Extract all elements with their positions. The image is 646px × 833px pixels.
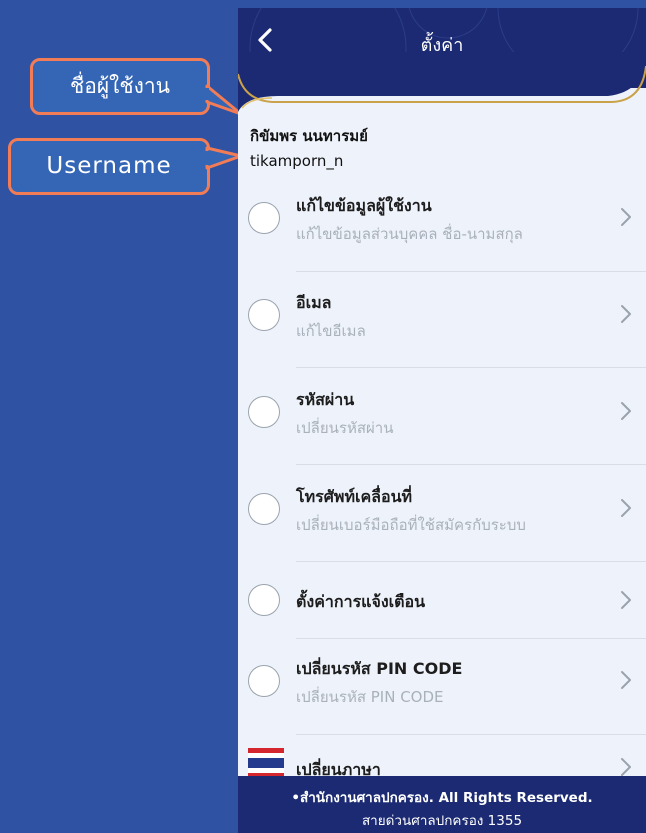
- user-full-name: กิขัมพร นนทารมย์: [250, 127, 368, 145]
- chevron-right-icon: [621, 208, 631, 226]
- chevron-right-icon: [621, 591, 631, 609]
- menu-item-title: รหัสผ่าน: [296, 390, 355, 409]
- divider: [296, 638, 646, 639]
- menu-item-subtitle: เปลี่ยนเบอร์มือถือที่ใช้สมัครกับระบบ: [296, 516, 526, 534]
- menu-item-subtitle: เปลี่ยนรหัส PIN CODE: [296, 688, 444, 706]
- menu-item-subtitle: แก้ไขอีเมล: [296, 322, 366, 340]
- radio-icon: [248, 202, 280, 234]
- divider: [296, 271, 646, 272]
- name-callout-label: ชื่อผู้ใช้งาน: [69, 74, 171, 98]
- divider: [296, 367, 646, 368]
- user-username: tikamporn_n: [250, 152, 344, 170]
- menu-item-edit-profile[interactable]: แก้ไขข้อมูลผู้ใช้งาน แก้ไขข้อมูลส่วนบุคค…: [238, 186, 646, 262]
- footer-hotline: สายด่วนศาลปกครอง 1355: [361, 813, 523, 829]
- menu-item-password[interactable]: รหัสผ่าน เปลี่ยนรหัสผ่าน: [238, 380, 646, 456]
- menu-item-subtitle: แก้ไขข้อมูลส่วนบุคคล ชื่อ-นามสกุล: [296, 225, 523, 243]
- menu-item-mobile-phone[interactable]: โทรศัพท์เคลื่อนที่ เปลี่ยนเบอร์มือถือที่…: [238, 477, 646, 553]
- chevron-right-icon: [621, 758, 631, 776]
- chevron-right-icon: [621, 305, 631, 323]
- menu-item-title: ตั้งค่าการแจ้งเตือน: [296, 592, 426, 611]
- settings-screen: ตั้งค่า กิขัมพร นนทารมย์ tikamporn_n แก้…: [238, 8, 646, 833]
- thai-flag-icon: [248, 748, 284, 778]
- menu-item-notifications[interactable]: ตั้งค่าการแจ้งเตือน: [238, 568, 646, 634]
- chevron-right-icon: [621, 671, 631, 689]
- menu-item-pin-code[interactable]: เปลี่ยนรหัส PIN CODE เปลี่ยนรหัส PIN COD…: [238, 649, 646, 725]
- menu-item-title: อีเมล: [296, 293, 332, 312]
- footer-copyright: •สำนักงานศาลปกครอง. All Rights Reserved.: [291, 790, 593, 806]
- menu-item-title: โทรศัพท์เคลื่อนที่: [296, 487, 413, 506]
- divider: [296, 561, 646, 562]
- name-callout: ชื่อผู้ใช้งาน: [30, 58, 210, 115]
- menu-item-email[interactable]: อีเมล แก้ไขอีเมล: [238, 283, 646, 359]
- app-footer: •สำนักงานศาลปกครอง. All Rights Reserved.…: [238, 776, 646, 833]
- menu-item-title: เปลี่ยนรหัส PIN CODE: [296, 659, 463, 678]
- header-gold-curve: [238, 52, 646, 112]
- radio-icon: [248, 493, 280, 525]
- username-callout: Username: [8, 138, 210, 195]
- radio-icon: [248, 396, 280, 428]
- radio-icon: [248, 299, 280, 331]
- username-callout-label: Username: [46, 153, 172, 179]
- divider: [296, 734, 646, 735]
- chevron-right-icon: [621, 402, 631, 420]
- menu-item-subtitle: เปลี่ยนรหัสผ่าน: [296, 419, 394, 437]
- radio-icon: [248, 584, 280, 616]
- divider: [296, 464, 646, 465]
- chevron-right-icon: [621, 499, 631, 517]
- radio-icon: [248, 665, 280, 697]
- menu-item-title: แก้ไขข้อมูลผู้ใช้งาน: [296, 196, 432, 215]
